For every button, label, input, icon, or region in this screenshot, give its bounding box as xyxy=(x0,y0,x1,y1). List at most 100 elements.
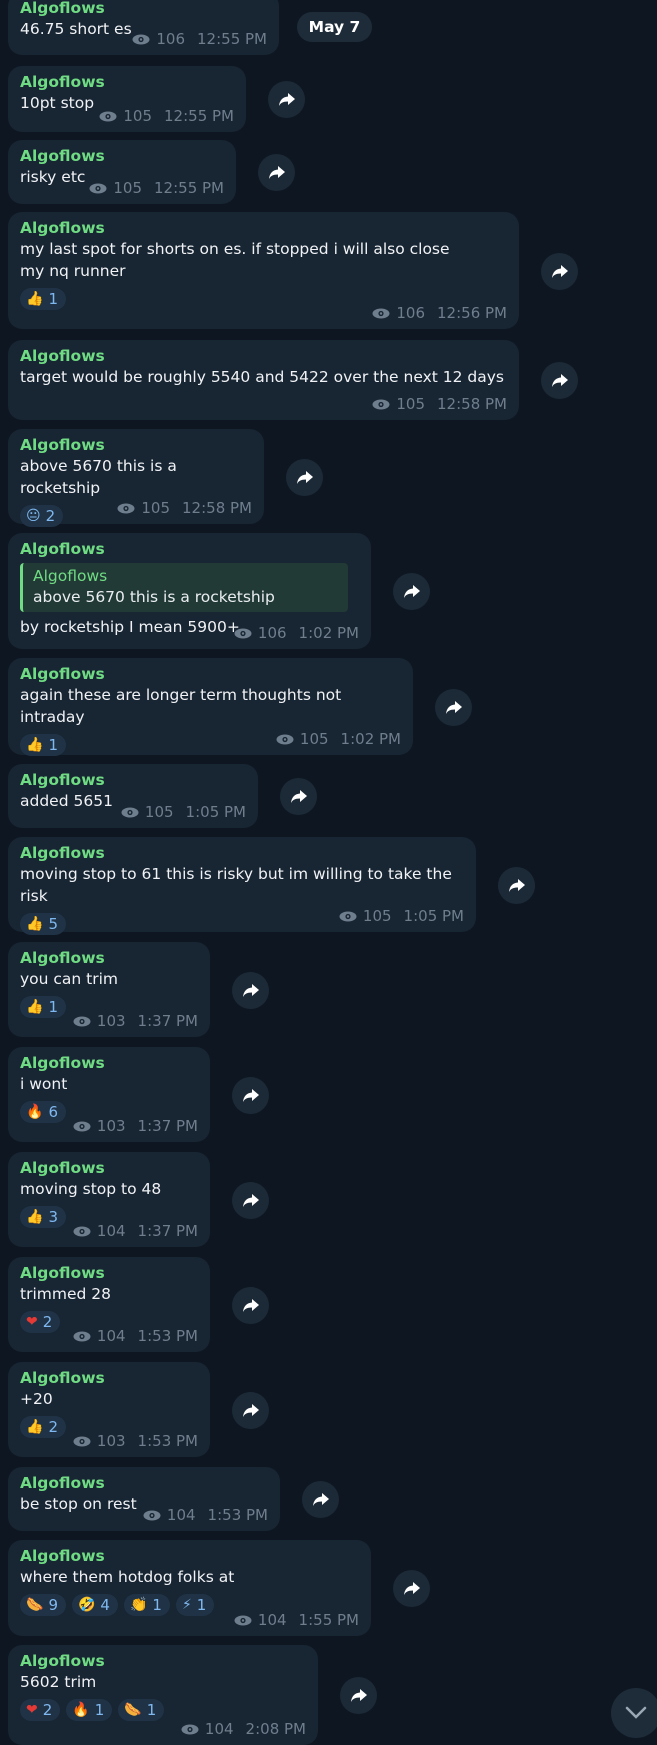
message-sender[interactable]: Algoflows xyxy=(20,664,401,684)
reaction-chip[interactable]: 🔥 1 xyxy=(66,1699,113,1721)
message-bubble[interactable]: Algoflows Algoflows above 5670 this is a r… xyxy=(8,533,371,649)
message-bubble[interactable]: Algoflows i wont 🔥 6 103 1:37 PM xyxy=(8,1047,210,1142)
message-sender[interactable]: Algoflows xyxy=(20,1158,198,1178)
forward-button[interactable] xyxy=(232,1286,269,1324)
message-sender[interactable]: Algoflows xyxy=(20,948,198,968)
message-time: 12:55 PM xyxy=(197,30,267,48)
message-bubble[interactable]: Algoflows moving stop to 61 this is risky… xyxy=(8,837,476,935)
message-text: trimmed 28 xyxy=(20,1285,111,1303)
reaction-emoji-icon: 👍 xyxy=(26,916,44,932)
reaction-chip[interactable]: 🤣 4 xyxy=(71,1594,118,1616)
message-sender[interactable]: Algoflows xyxy=(20,72,234,92)
forward-button[interactable] xyxy=(268,81,305,118)
message-sender[interactable]: Algoflows xyxy=(20,770,246,790)
forward-button[interactable] xyxy=(541,252,578,290)
message-time: 1:02 PM xyxy=(298,624,359,642)
message-bubble[interactable]: Algoflows my last spot for shorts on es. … xyxy=(8,212,519,329)
view-count: 106 xyxy=(156,30,186,48)
view-count: 105 xyxy=(144,803,174,821)
message-bubble[interactable]: Algoflows moving stop to 48 👍 3 104 1:37 PM xyxy=(8,1152,210,1247)
reaction-chip[interactable]: 🔥 6 xyxy=(20,1101,66,1123)
message-sender[interactable]: Algoflows xyxy=(20,146,224,166)
eye-icon xyxy=(372,399,390,410)
message-bubble[interactable]: Algoflows risky etc 105 12:55 PM xyxy=(8,140,236,204)
eye-icon xyxy=(181,1724,199,1735)
reaction-chip[interactable]: 😐 2 xyxy=(20,505,64,527)
forward-button[interactable] xyxy=(232,971,269,1009)
chevron-down-icon xyxy=(625,1706,647,1719)
reaction-chip[interactable]: 👍 3 xyxy=(20,1206,66,1228)
message-bubble[interactable]: Algoflows you can trim 👍 1 103 1:37 PM xyxy=(8,942,210,1037)
scroll-down-button[interactable] xyxy=(611,1688,657,1738)
forward-button[interactable] xyxy=(232,1076,269,1114)
message-meta: 104 1:53 PM xyxy=(73,1327,198,1345)
share-arrow-icon xyxy=(350,1688,368,1703)
forward-button[interactable] xyxy=(541,362,578,399)
message-sender[interactable]: Algoflows xyxy=(20,435,252,455)
forward-button[interactable] xyxy=(393,573,430,610)
message-sender[interactable]: Algoflows xyxy=(20,1546,359,1566)
eye-icon xyxy=(234,1615,252,1626)
message-sender[interactable]: Algoflows xyxy=(20,218,507,238)
forward-button[interactable] xyxy=(302,1481,339,1518)
message-meta: 106 1:02 PM xyxy=(234,624,359,642)
reaction-chip[interactable]: 👍 5 xyxy=(20,913,66,935)
message-time: 2:08 PM xyxy=(245,1720,306,1738)
eye-icon xyxy=(234,628,252,639)
message-bubble[interactable]: Algoflows +20 👍 2 103 1:53 PM xyxy=(8,1362,210,1457)
reply-quote[interactable]: Algoflows above 5670 this is a rocketship xyxy=(20,563,348,612)
forward-button[interactable] xyxy=(232,1181,269,1219)
share-arrow-icon xyxy=(508,878,526,893)
reaction-chip[interactable]: 🌭 9 xyxy=(20,1594,66,1616)
message-sender[interactable]: Algoflows xyxy=(20,1263,198,1283)
reaction-chip[interactable]: 👍 1 xyxy=(20,288,66,310)
view-count: 106 xyxy=(396,304,426,322)
reaction-chip[interactable]: 👍 1 xyxy=(20,734,66,756)
message-text: where them hotdog folks at xyxy=(20,1568,235,1586)
reaction-chip[interactable]: ❤ 2 xyxy=(20,1699,61,1721)
forward-button[interactable] xyxy=(498,866,535,904)
reaction-chip[interactable]: ⚡ 1 xyxy=(175,1594,215,1616)
message-bubble[interactable]: Algoflows where them hotdog folks at 🌭 9 🤣 4 👏… xyxy=(8,1540,371,1636)
message-sender[interactable]: Algoflows xyxy=(20,539,359,559)
message-bubble[interactable]: Algoflows be stop on rest 104 1:53 PM xyxy=(8,1467,280,1531)
message-sender[interactable]: Algoflows xyxy=(20,346,507,366)
reaction-emoji-icon: 🔥 xyxy=(26,1104,44,1120)
share-arrow-icon xyxy=(445,700,463,715)
forward-button[interactable] xyxy=(286,458,323,496)
message-bubble[interactable]: Algoflows again these are longer term tho… xyxy=(8,658,413,756)
forward-button[interactable] xyxy=(435,688,472,726)
message-time: 12:55 PM xyxy=(164,107,234,125)
reaction-chip[interactable]: 👏 1 xyxy=(123,1594,170,1616)
reaction-emoji-icon: 👍 xyxy=(26,999,44,1015)
forward-button[interactable] xyxy=(340,1677,377,1714)
message-sender[interactable]: Algoflows xyxy=(20,843,464,863)
reaction-count: 1 xyxy=(48,998,58,1016)
forward-button[interactable] xyxy=(280,778,317,815)
message-bubble[interactable]: Algoflows target would be roughly 5540 an… xyxy=(8,340,519,420)
message-bubble[interactable]: Algoflows 10pt stop 105 12:55 PM xyxy=(8,66,246,132)
message-sender[interactable]: Algoflows xyxy=(20,1053,198,1073)
forward-button[interactable] xyxy=(393,1570,430,1607)
reaction-chip[interactable]: 👍 1 xyxy=(20,996,66,1018)
reaction-count: 6 xyxy=(48,1103,58,1121)
reaction-chip[interactable]: ❤ 2 xyxy=(20,1311,61,1333)
message-sender[interactable]: Algoflows xyxy=(20,1651,306,1671)
reaction-chip[interactable]: 👍 2 xyxy=(20,1416,66,1438)
reaction-chip[interactable]: 🌭 1 xyxy=(118,1699,165,1721)
message-sender[interactable]: Algoflows xyxy=(20,1368,198,1388)
forward-button[interactable] xyxy=(258,154,295,191)
message-text: above 5670 this is a rocketship xyxy=(20,457,177,497)
message-bubble[interactable]: Algoflows 5602 trim ❤ 2 🔥 1 🌭 1 104 2:08 PM xyxy=(8,1645,318,1745)
view-count: 104 xyxy=(257,1611,287,1629)
reaction-count: 1 xyxy=(152,1596,162,1614)
message-time: 1:53 PM xyxy=(137,1327,198,1345)
forward-button[interactable] xyxy=(232,1391,269,1429)
message-sender[interactable]: Algoflows xyxy=(20,1473,268,1493)
message-bubble[interactable]: Algoflows above 5670 this is a rocketship… xyxy=(8,429,264,527)
message-bubble[interactable]: Algoflows added 5651 105 1:05 PM xyxy=(8,764,258,828)
message-bubble[interactable]: Algoflows trimmed 28 ❤ 2 104 1:53 PM xyxy=(8,1257,210,1352)
message-bubble[interactable]: Algoflows 46.75 short es 106 12:55 PM xyxy=(8,0,279,55)
share-arrow-icon xyxy=(242,1088,260,1103)
message-sender[interactable]: Algoflows xyxy=(20,0,267,18)
